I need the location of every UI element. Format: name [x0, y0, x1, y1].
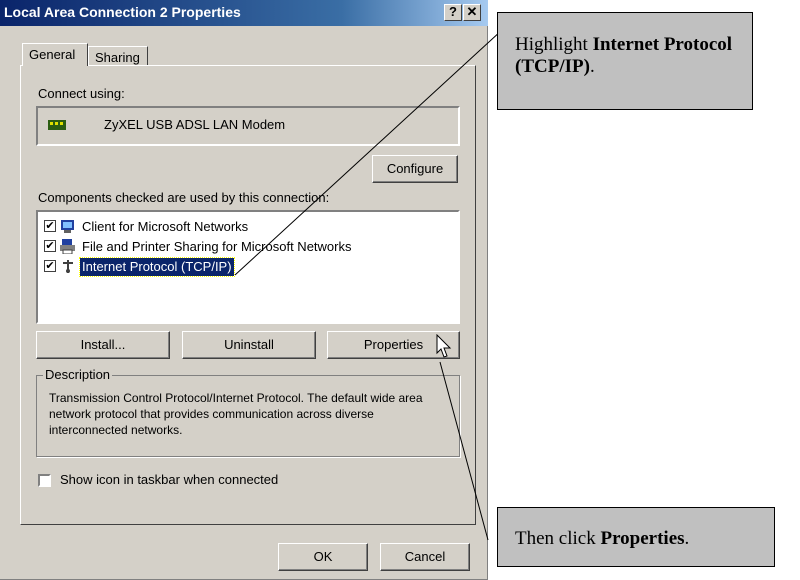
callout-properties-bold: Properties: [600, 528, 685, 549]
pointer-line-bottom: [439, 361, 489, 541]
pointer-line-top: [234, 29, 503, 276]
callout-highlight-prefix: Highlight: [515, 34, 593, 55]
callout-highlight-suffix: .: [589, 56, 595, 77]
callout-highlight: Highlight Internet Protocol (TCP/IP).: [497, 12, 753, 110]
callout-properties-suffix: .: [684, 528, 690, 549]
tab-general[interactable]: General: [22, 43, 88, 66]
callout-properties: Then click Properties.: [497, 507, 775, 567]
callout-properties-prefix: Then click: [515, 528, 601, 549]
